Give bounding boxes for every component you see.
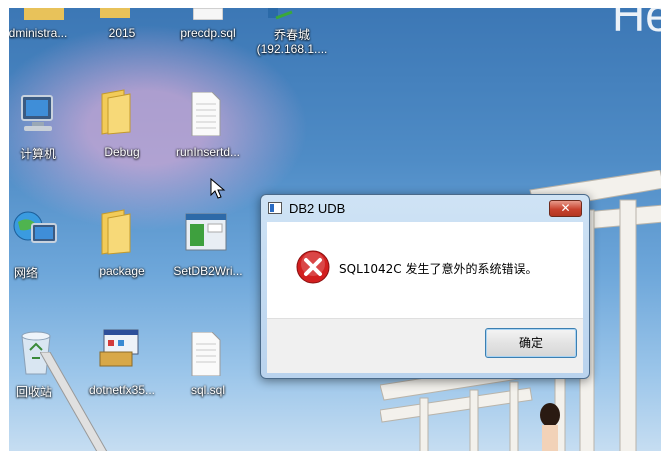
folder-2015-icon[interactable] [100, 8, 130, 20]
remote-desktop-icon[interactable] [266, 8, 296, 22]
desktop-icon-label-2015[interactable]: 2015 [82, 26, 162, 40]
desktop-icon-label-precdp[interactable]: precdp.sql [168, 26, 248, 40]
screenshot-border-bottom [0, 451, 664, 457]
desktop-icon-label-remote-ip[interactable]: (192.168.1.... [252, 42, 332, 56]
desktop-icon-label-runinsert[interactable]: runInsertd... [168, 145, 248, 159]
sql-file-icon-2[interactable] [190, 332, 222, 376]
installer-icon[interactable] [96, 326, 142, 372]
dialog-titlebar[interactable]: DB2 UDB ✕ [261, 195, 589, 221]
app-window-icon [268, 202, 282, 214]
desktop-icon-label-sqlsql[interactable]: sql.sql [168, 383, 248, 397]
setup-window-icon[interactable] [184, 212, 228, 252]
ok-button[interactable]: 确定 [485, 328, 577, 358]
error-icon [296, 250, 330, 284]
desktop-icon-label-remote[interactable]: 乔春城 [252, 26, 332, 43]
admin-folder-icon[interactable] [20, 8, 70, 22]
computer-icon[interactable] [14, 92, 58, 136]
desktop-icon-label-admin[interactable]: dministra... [0, 26, 78, 40]
desktop-icon-label-debug[interactable]: Debug [82, 145, 162, 159]
error-dialog: DB2 UDB ✕ SQL1042C 发生了意外的系统错误。 确定 [260, 194, 590, 379]
debug-folder-icon[interactable] [98, 88, 134, 136]
desktop-icon-label-computer[interactable]: 计算机 [0, 145, 78, 162]
mouse-cursor-icon [210, 178, 226, 199]
close-button[interactable]: ✕ [549, 200, 582, 217]
error-message: SQL1042C 发生了意外的系统错误。 [339, 262, 538, 276]
screenshot-border-top [0, 0, 664, 8]
text-file-icon[interactable] [190, 92, 222, 136]
desktop-icon-label-package[interactable]: package [82, 264, 162, 278]
dialog-footer: 确定 [267, 318, 583, 373]
dialog-title: DB2 UDB [289, 201, 346, 216]
screenshot-border-left [0, 0, 9, 457]
desktop-icon-label-setdb2[interactable]: SetDB2Wri... [168, 264, 248, 278]
network-icon[interactable] [10, 206, 58, 250]
package-folder-icon[interactable] [98, 208, 134, 256]
dialog-content: SQL1042C 发生了意外的系统错误。 [267, 222, 583, 318]
sql-file-icon[interactable] [193, 8, 223, 20]
desktop-icon-label-network[interactable]: 网络 [0, 264, 66, 281]
desktop-icon-label-dotnetfx[interactable]: dotnetfx35... [82, 383, 162, 397]
